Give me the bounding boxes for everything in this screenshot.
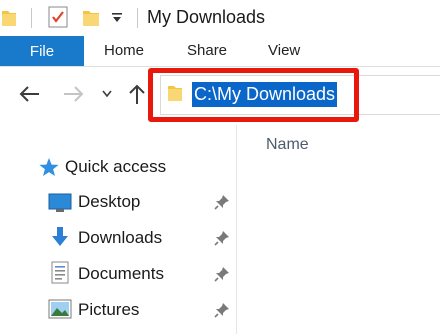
tab-share[interactable]: Share <box>187 42 227 59</box>
pin-icon[interactable] <box>214 302 230 318</box>
nav-item-quick-access[interactable]: Quick access <box>0 153 236 183</box>
downloads-icon <box>52 227 68 246</box>
back-arrow-icon[interactable] <box>18 85 40 103</box>
new-folder-icon[interactable] <box>83 8 99 28</box>
address-highlight-box <box>148 68 359 122</box>
toolbar-separator <box>31 8 32 28</box>
tab-file[interactable]: File <box>0 36 84 66</box>
pin-icon[interactable] <box>214 194 230 210</box>
nav-item-desktop[interactable]: Desktop <box>0 187 236 217</box>
nav-label-downloads: Downloads <box>78 228 163 247</box>
desktop-icon <box>48 193 72 212</box>
customize-quick-access-icon[interactable] <box>112 13 122 23</box>
column-header-name[interactable]: Name <box>266 136 309 154</box>
title-separator <box>137 8 138 28</box>
properties-icon[interactable] <box>48 6 68 28</box>
recent-locations-chevron-icon[interactable] <box>102 90 112 98</box>
tab-view[interactable]: View <box>268 42 300 59</box>
folder-icon[interactable] <box>2 8 16 28</box>
ribbon-tabs: File Home Share View <box>0 36 440 66</box>
documents-icon <box>51 261 69 284</box>
pin-icon[interactable] <box>214 266 230 282</box>
tab-home[interactable]: Home <box>104 42 144 59</box>
nav-item-documents[interactable]: Documents <box>0 259 236 289</box>
window-title: My Downloads <box>147 7 266 27</box>
navigation-pane: Quick access Desktop Downloads Documents… <box>0 125 236 334</box>
pane-divider <box>236 125 237 334</box>
nav-item-pictures[interactable]: Pictures <box>0 295 236 325</box>
star-icon <box>39 158 59 176</box>
pictures-icon <box>48 299 72 319</box>
pin-icon[interactable] <box>214 230 230 246</box>
nav-item-downloads[interactable]: Downloads <box>0 223 236 253</box>
nav-label-documents: Documents <box>78 264 164 283</box>
up-arrow-icon[interactable] <box>129 83 145 105</box>
nav-label-desktop: Desktop <box>78 192 141 211</box>
forward-arrow-icon[interactable] <box>63 85 85 103</box>
nav-label-pictures: Pictures <box>78 300 140 319</box>
title-bar: My Downloads <box>0 0 440 36</box>
nav-label-quick-access: Quick access <box>65 157 167 176</box>
